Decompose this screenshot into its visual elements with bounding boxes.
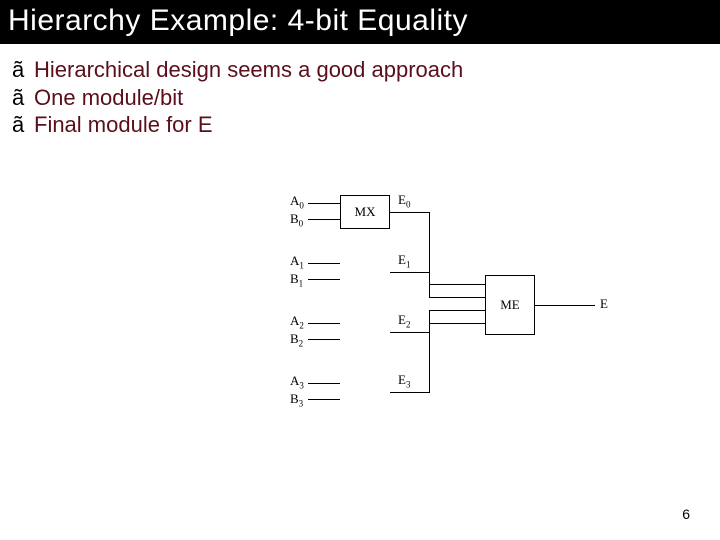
output-label-e: E — [600, 296, 608, 312]
bullet-item: ã Final module for E — [12, 111, 700, 139]
bullet-mark: ã — [12, 84, 34, 112]
input-label-a0: A0 — [290, 193, 304, 211]
input-label-a3: A3 — [290, 373, 304, 391]
bullet-mark: ã — [12, 111, 34, 139]
slide-title: Hierarchy Example: 4-bit Equality — [0, 0, 720, 44]
mid-label-e1: E1 — [398, 252, 410, 270]
input-label-b3: B3 — [290, 391, 303, 409]
mid-label-e3: E3 — [398, 372, 410, 390]
bullet-text: Hierarchical design seems a good approac… — [34, 56, 463, 84]
input-label-a2: A2 — [290, 313, 304, 331]
bullet-text: One module/bit — [34, 84, 183, 112]
input-label-b2: B2 — [290, 331, 303, 349]
slide-content: ã Hierarchical design seems a good appro… — [0, 44, 720, 139]
mid-label-e2: E2 — [398, 312, 410, 330]
input-label-b0: B0 — [290, 211, 303, 229]
bullet-item: ã One module/bit — [12, 84, 700, 112]
mid-label-e0: E0 — [398, 192, 410, 210]
page-number: 6 — [682, 506, 690, 522]
input-label-a1: A1 — [290, 253, 304, 271]
mx-block-3: MX — [340, 195, 390, 229]
bullet-text: Final module for E — [34, 111, 213, 139]
bullet-item: ã Hierarchical design seems a good appro… — [12, 56, 700, 84]
bullet-mark: ã — [12, 56, 34, 84]
input-label-b1: B1 — [290, 271, 303, 289]
me-block: ME — [485, 275, 535, 335]
circuit-diagram: A0 B0 MX E0 A1 B1 MX E1 A2 B2 MX E2 A3 B… — [290, 195, 650, 455]
